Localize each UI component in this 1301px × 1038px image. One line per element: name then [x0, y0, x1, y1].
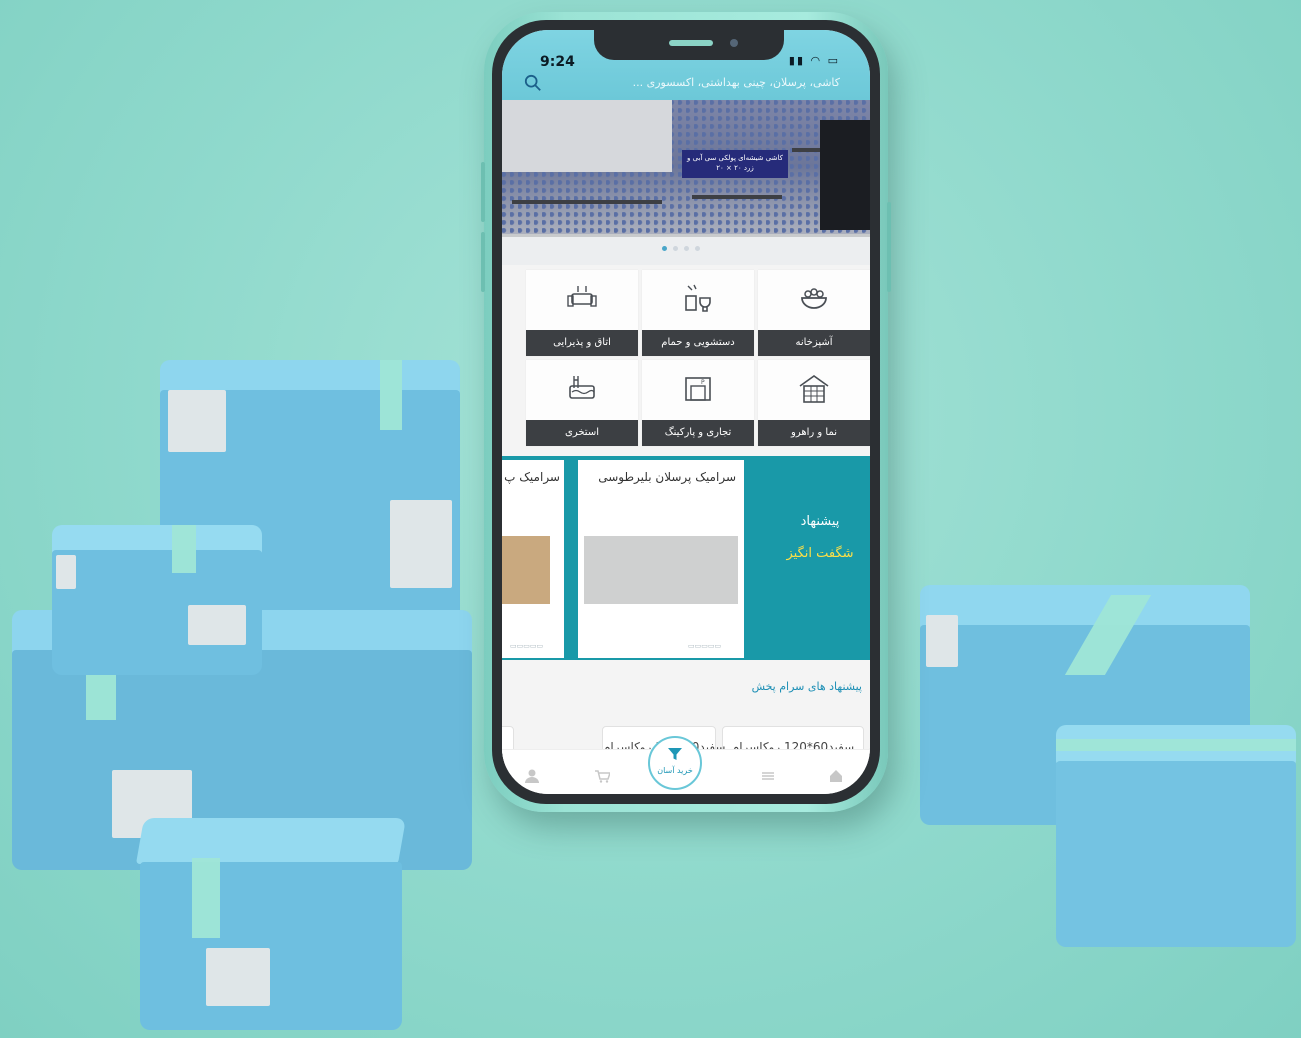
bowl-icon: [801, 288, 827, 309]
package-box-front-left: [135, 818, 407, 1030]
category-pool[interactable]: استخری: [526, 360, 638, 446]
parking-icon: P: [685, 377, 711, 401]
shelf: [512, 200, 662, 204]
svg-text:P: P: [701, 379, 705, 386]
offers-title-line2: شگفت انگیز: [786, 546, 854, 561]
banner-promo-label[interactable]: کاشی شیشه‌ای پولکی سی آبی و زرد ۲۰ × ۲۰: [682, 150, 788, 178]
status-time: 9:24: [540, 54, 575, 70]
speaker: [669, 40, 713, 46]
pool-icon: [569, 376, 595, 399]
power-button: [887, 202, 891, 292]
volume-button: [481, 162, 485, 222]
product-image: [584, 536, 738, 604]
slider-dots[interactable]: [662, 236, 706, 255]
category-label: آشپزخانه: [758, 330, 870, 356]
category-label: نما و راهرو: [758, 420, 870, 446]
offers-title-line1: پیشنهاد: [800, 514, 840, 529]
category-living-room[interactable]: اتاق و پذیرایی: [526, 270, 638, 356]
easy-buy-filter-button[interactable]: خرید آسان: [648, 736, 702, 790]
bottom-navigation: خرید آسان: [502, 736, 870, 794]
category-label: اتاق و پذیرایی: [526, 330, 638, 356]
search-icon[interactable]: [524, 74, 542, 92]
phone-notch: [594, 30, 784, 60]
cart-icon[interactable]: [594, 768, 610, 784]
category-kitchen[interactable]: آشپزخانه: [758, 270, 870, 356]
slider-dot[interactable]: [673, 246, 678, 251]
bathroom-icon: [685, 284, 711, 312]
section-title: پیشنهاد های سرام پخش: [751, 680, 862, 693]
search-input[interactable]: کاشی، پرسلان، چینی بهداشتی، اکسسوری ...: [570, 76, 840, 89]
signal-wifi-battery-icons: ▮▮ ◠ ▭: [788, 54, 840, 67]
app-screen: 9:24 ▮▮ ◠ ▭ کاشی، پرسلان، چینی بهداشتی، …: [502, 30, 870, 794]
categories-icon[interactable]: [760, 768, 776, 784]
phone-bezel: 9:24 ▮▮ ◠ ▭ کاشی، پرسلان، چینی بهداشتی، …: [492, 20, 880, 804]
kitchen-cabinet-image: [502, 100, 672, 172]
slider-dot[interactable]: [662, 246, 667, 251]
amazing-offers-title[interactable]: پیشنهاد شگفت انگیز: [770, 456, 870, 660]
category-parking[interactable]: P تجاری و پارکینگ: [642, 360, 754, 446]
product-title: سرامیک پرسلان بلیرطوسی: [598, 470, 736, 484]
camera: [730, 39, 738, 47]
slider-dot[interactable]: [684, 246, 689, 251]
amazing-offers-section: پیشنهاد شگفت انگیز سرامیک پرسلان بلیرطوس…: [502, 456, 870, 660]
facade-icon: [799, 375, 829, 403]
filter-icon: [668, 748, 682, 760]
product-title: سرامیک پ: [504, 470, 560, 484]
slider-dot[interactable]: [695, 246, 700, 251]
package-box-small-left: [52, 525, 262, 675]
category-facade[interactable]: نما و راهرو: [758, 360, 870, 446]
oven-image: [820, 120, 870, 230]
profile-icon[interactable]: [524, 768, 540, 784]
package-box-right-front: [1056, 725, 1296, 947]
shelf: [692, 195, 782, 199]
category-label: استخری: [526, 420, 638, 446]
category-label: دستشویی و حمام: [642, 330, 754, 356]
promo-banner-slider[interactable]: کاشی شیشه‌ای پولکی سی آبی و زرد ۲۰ × ۲۰: [502, 100, 870, 265]
volume-button: [481, 232, 485, 292]
category-bathroom[interactable]: دستشویی و حمام: [642, 270, 754, 356]
product-price-placeholder: ▭▭▭▭▭: [688, 642, 722, 650]
product-image: [502, 536, 550, 604]
category-label: تجاری و پارکینگ: [642, 420, 754, 446]
offer-product-card[interactable]: سرامیک پرسلان بلیرطوسی ▭▭▭▭▭: [578, 460, 744, 658]
home-icon[interactable]: [828, 768, 844, 784]
fab-label: خرید آسان: [657, 766, 693, 775]
phone-mockup: 9:24 ▮▮ ◠ ▭ کاشی، پرسلان، چینی بهداشتی، …: [481, 12, 891, 812]
offer-product-card[interactable]: سرامیک پ ▭▭▭▭▭: [502, 460, 564, 658]
living-room-icon: [567, 286, 597, 307]
product-price-placeholder: ▭▭▭▭▭: [510, 642, 544, 650]
